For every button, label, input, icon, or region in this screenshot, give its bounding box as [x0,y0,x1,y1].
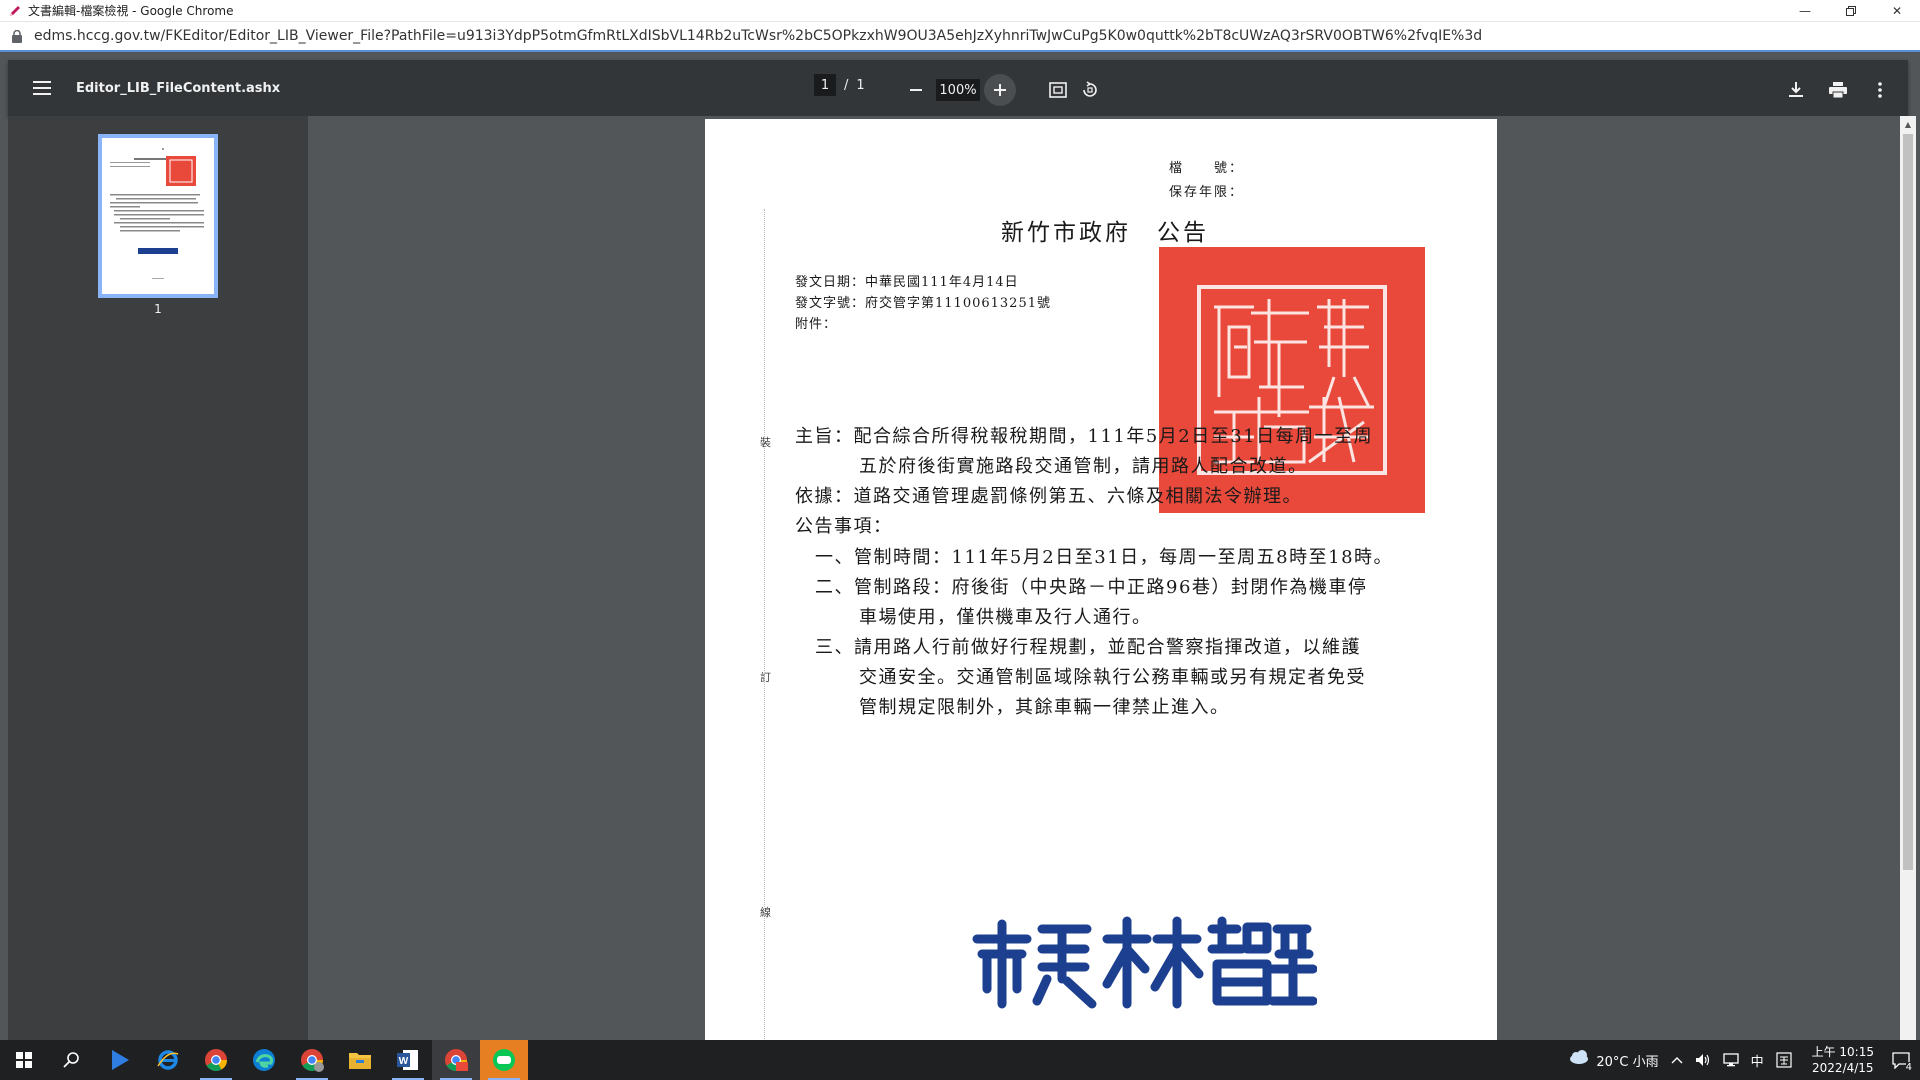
clock-time: 上午 10:15 [1811,1045,1874,1059]
issue-date: 發文日期：中華民國111年4月14日 [795,275,1019,290]
keyboard-layout-icon[interactable] [1775,1052,1792,1068]
view-controls [1042,74,1106,106]
pencil-icon [8,4,22,18]
internet-explorer-icon[interactable] [144,1040,192,1080]
window-title: 文書編輯-檔案檢視 - Google Chrome [28,4,234,18]
vertical-scrollbar[interactable]: ▲ [1900,116,1916,1040]
notice-item-2: 二、管制路段：府後街（中央路－中正路96巷）封閉作為機車停 車場使用，僅供機車及… [815,573,1425,633]
restore-button[interactable] [1828,0,1874,22]
network-icon[interactable] [1722,1053,1739,1067]
notice-item-1: 一、管制時間：111年5月2日至31日，每周一至周五8時至18時。 [815,547,1394,568]
download-icon[interactable] [1780,74,1812,106]
url-text[interactable]: edms.hccg.gov.tw/FKEditor/Editor_LIB_Vie… [34,28,1482,44]
windows-start-icon[interactable] [0,1040,48,1080]
attachment-label: 附件： [795,317,838,332]
weather-text: 20°C 小雨 [1596,1054,1659,1070]
archive-number-label: 檔 號： [1169,161,1245,176]
page-selector: 1 / 1 [814,74,865,96]
thumbnail-page-number: 1 [154,302,162,316]
line-app-icon[interactable] [480,1040,528,1080]
current-page-input[interactable]: 1 [814,74,836,96]
notice-item-3-line-2: 交通安全。交通管制區域除執行公務車輛或另有規定者免受 [859,667,1366,688]
basis-paragraph: 依據：道路交通管理處罰條例第五、六條及相關法令辦理。 [795,486,1302,507]
pdf-toolbar: Editor_LIB_FileContent.ashx 1 / 1 100% [8,60,1908,116]
pdf-page: 裝 訂 線 檔 號： 保存年限： 新竹市政府 公告 發文日期：中華民國111年4… [705,119,1497,1069]
svg-text:W: W [399,1056,409,1067]
zoom-controls: 100% [900,74,1016,106]
subject-line-1: 主旨：配合綜合所得稅報稅期間，111年5月2日至31日每周一至周 [795,426,1374,447]
notice-item-2-line-2: 車場使用，僅供機車及行人通行。 [859,607,1152,628]
input-method-indicator[interactable]: 中 [1751,1051,1764,1070]
print-icon[interactable] [1822,74,1854,106]
cloud-rain-icon [1568,1050,1590,1070]
document-title: 新竹市政府 公告 [1001,220,1209,246]
clock-date: 2022/4/15 [1812,1061,1874,1075]
zoom-level-input[interactable]: 100% [936,79,980,101]
notice-item-3-line-1: 三、請用路人行前做好行程規劃，並配合警察指揮改道，以維護 [815,637,1361,658]
binding-mark-xian: 線 [760,906,771,919]
notice-item-3-line-3: 管制規定限制外，其餘車輛一律禁止進入。 [859,697,1230,718]
media-player-icon[interactable] [96,1040,144,1080]
binding-mark-zhuang: 裝 [760,436,771,449]
more-options-icon[interactable] [1864,74,1896,106]
chrome-profile-icon[interactable] [288,1040,336,1080]
chrome-active-window-icon[interactable] [432,1040,480,1080]
scroll-up-arrow-icon[interactable]: ▲ [1900,116,1916,132]
mayor-signature [967,909,1318,1013]
notice-heading: 公告事項： [795,516,893,537]
close-button[interactable]: ✕ [1874,0,1920,22]
pdf-filename: Editor_LIB_FileContent.ashx [76,80,281,96]
notification-count: 4 [1905,1062,1912,1073]
volume-icon[interactable] [1695,1053,1711,1067]
address-bar[interactable]: edms.hccg.gov.tw/FKEditor/Editor_LIB_Vie… [0,22,1920,52]
file-controls [1780,74,1896,106]
word-icon[interactable]: W [384,1040,432,1080]
fit-to-page-icon[interactable] [1042,74,1074,106]
window-titlebar: 文書編輯-檔案檢視 - Google Chrome — ✕ [0,0,1920,22]
rotate-icon[interactable] [1074,74,1106,106]
issue-number: 發文字號：府交管字第11100613251號 [795,296,1051,311]
lock-icon[interactable] [12,29,24,43]
taskbar: W 20°C 小雨 中 上午 10:15 2022/4/15 4 [0,1040,1920,1080]
file-explorer-icon[interactable] [336,1040,384,1080]
system-clock[interactable]: 上午 10:15 2022/4/15 [1812,1044,1874,1076]
menu-icon[interactable] [22,68,62,108]
notice-item-3: 三、請用路人行前做好行程規劃，並配合警察指揮改道，以維護 交通安全。交通管制區域… [815,633,1425,723]
subject-paragraph: 主旨：配合綜合所得稅報稅期間，111年5月2日至31日每周一至周 五於府後街實施… [795,422,1373,482]
zoom-in-icon[interactable] [984,74,1016,106]
scrollbar-thumb[interactable] [1903,134,1913,870]
page-separator: / [844,77,849,93]
binding-line [764,209,765,1069]
page-thumbnail[interactable] [98,134,218,298]
search-icon[interactable] [48,1040,96,1080]
chevron-up-icon[interactable] [1671,1056,1683,1064]
weather-widget[interactable]: 20°C 小雨 [1568,1050,1659,1070]
zoom-out-icon[interactable] [900,74,932,106]
subject-line-2: 五於府後街實施路段交通管制，請用路人配合改道。 [859,456,1308,477]
total-pages: 1 [856,77,865,93]
system-tray: 20°C 小雨 中 上午 10:15 2022/4/15 4 [1562,1040,1920,1080]
notice-item-2-line-1: 二、管制路段：府後街（中央路－中正路96巷）封閉作為機車停 [815,577,1368,598]
notification-center-icon[interactable]: 4 [1892,1051,1912,1073]
edge-icon[interactable] [240,1040,288,1080]
chrome-icon[interactable] [192,1040,240,1080]
binding-mark-ding: 訂 [760,671,771,684]
thumbnail-sidebar: 1 [8,116,308,1040]
retention-period-label: 保存年限： [1169,185,1245,200]
minimize-button[interactable]: — [1782,0,1828,22]
